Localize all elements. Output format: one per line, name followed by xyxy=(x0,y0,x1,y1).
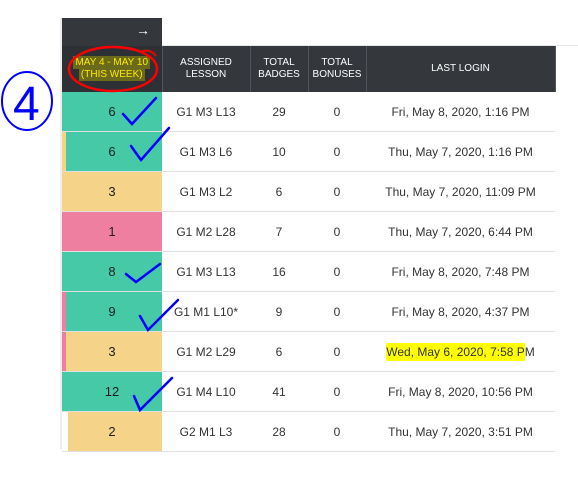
check-mark-icon xyxy=(121,96,158,126)
red-circle-annotation xyxy=(67,45,159,93)
check-mark-icon xyxy=(124,262,162,284)
circled-number: 4 xyxy=(13,78,40,131)
check-mark-icon xyxy=(138,298,180,333)
check-mark-icon xyxy=(132,376,174,413)
check-mark-icon xyxy=(129,126,171,163)
handwritten-annotations: 4 xyxy=(1,45,180,413)
